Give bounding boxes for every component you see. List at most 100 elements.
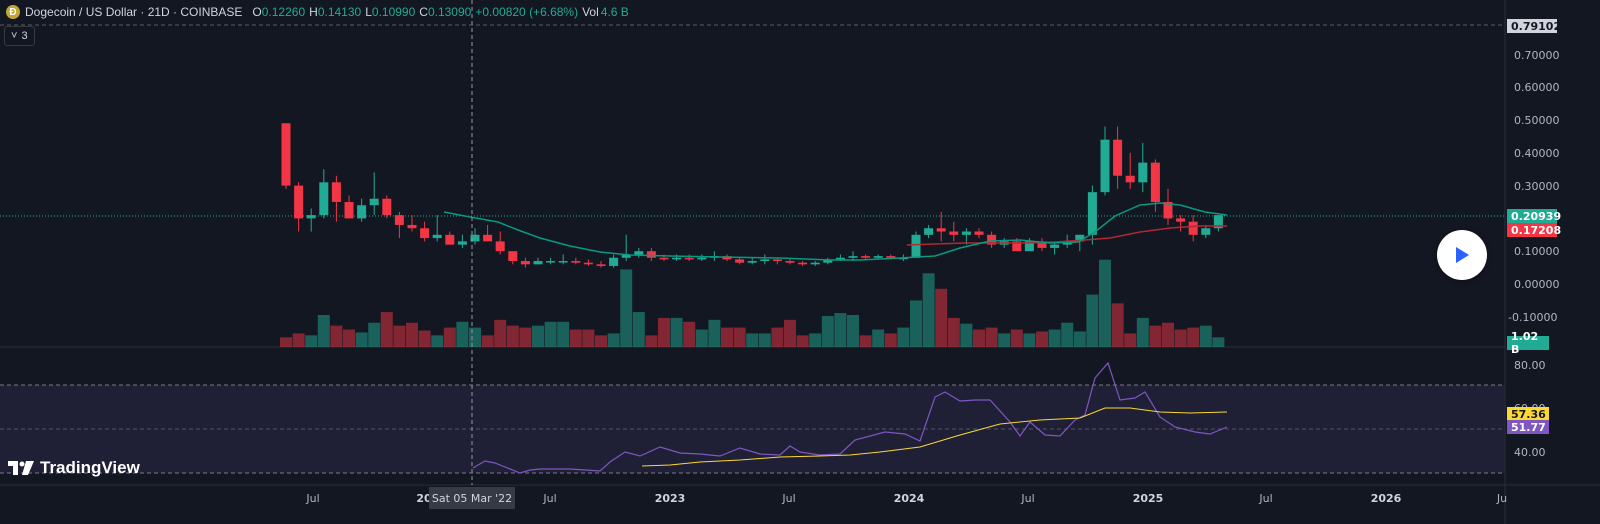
volume-bar (494, 319, 507, 347)
candle-body (1113, 139, 1123, 176)
candle-body (457, 241, 467, 245)
candle-body (294, 185, 304, 219)
replay-play-button[interactable] (1437, 230, 1487, 280)
price-tick: 0.00000 (1514, 278, 1560, 291)
candle-body (924, 228, 934, 235)
volume-bar (330, 325, 343, 347)
volume-bar (481, 335, 494, 347)
ma-value-tag: 0.17208 (1507, 223, 1561, 237)
volume-bar (998, 333, 1011, 347)
dogecoin-icon: Ð (6, 5, 20, 19)
candle-body (558, 261, 568, 263)
volume-value: 4.6 B (600, 5, 629, 19)
volume-bar (884, 333, 897, 347)
volume-bar (784, 319, 796, 347)
volume-bars (280, 259, 1225, 347)
price-chart[interactable] (0, 0, 1600, 524)
candle-body (936, 228, 946, 232)
play-icon (1456, 247, 1469, 263)
volume-bar (973, 329, 985, 347)
volume-bar (910, 300, 922, 347)
close-value: 0.13090 (427, 5, 472, 19)
time-label: 2023 (654, 492, 686, 505)
low-key: L (365, 5, 372, 19)
candle-body (810, 262, 820, 265)
volume-bar (380, 312, 393, 347)
volume-bar (355, 332, 368, 347)
volume-bar (758, 333, 771, 347)
volume-bar (1149, 325, 1162, 347)
candle-body (873, 256, 883, 258)
volume-bar (582, 329, 595, 347)
volume-bar (897, 327, 910, 347)
candle-body (357, 205, 367, 219)
price-tick: 0.40000 (1514, 147, 1560, 160)
volume-bar (317, 314, 330, 347)
volume-bar (607, 333, 620, 347)
candle-body (735, 259, 745, 263)
symbol-legend[interactable]: Ð Dogecoin / US Dollar · 21D · COINBASE … (6, 4, 629, 20)
volume-bar (733, 327, 746, 347)
candle-body (760, 259, 770, 262)
time-label: Jul (1021, 492, 1035, 505)
candle-body (495, 241, 505, 252)
volume-bar (658, 317, 670, 347)
candles (281, 123, 1223, 268)
volume-bar (305, 335, 318, 347)
candle-body (1138, 162, 1148, 183)
time-label: Jul (782, 492, 796, 505)
volume-bar (670, 317, 683, 347)
candle-body (886, 256, 896, 258)
candle-body (331, 182, 341, 202)
volume-bar (1124, 333, 1137, 347)
volume-bar (368, 322, 381, 347)
last-price-tag: 0.20939 (1507, 209, 1561, 223)
candle-body (483, 234, 493, 242)
candle-body (835, 257, 845, 260)
candle-body (1125, 175, 1135, 183)
top-value-tag: 0.79102 (1507, 19, 1561, 33)
volume-bar (1023, 333, 1036, 347)
tradingview-logo-icon (8, 461, 34, 475)
candle-body (785, 261, 795, 263)
price-tick: 0.70000 (1514, 49, 1560, 62)
close-key: C (419, 5, 428, 19)
volume-bar (1111, 303, 1124, 347)
candle-body (798, 262, 808, 265)
volume-bar (431, 335, 444, 347)
candle-body (1087, 192, 1097, 235)
volume-bar (632, 312, 645, 347)
open-key: O (252, 5, 262, 19)
volume-bar (519, 327, 532, 347)
ma-green-line (443, 202, 1228, 261)
volume-bar (595, 335, 607, 347)
candle-body (394, 215, 404, 225)
tradingview-logo[interactable]: TradingView (8, 458, 140, 478)
candle-body (432, 234, 442, 239)
symbol-title[interactable]: Dogecoin / US Dollar · 21D · COINBASE (25, 5, 242, 19)
candle-body (344, 202, 354, 219)
volume-key: Vol (582, 5, 599, 19)
time-label: 2024 (893, 492, 925, 505)
indicators-toggle-button[interactable]: ˅ 3 (4, 26, 35, 46)
volume-bar (1073, 331, 1086, 347)
volume-bar (708, 319, 721, 347)
price-tick: 0.60000 (1514, 81, 1560, 94)
candle-body (747, 261, 757, 263)
candle-body (369, 198, 379, 206)
tradingview-wordmark: TradingView (40, 458, 140, 477)
volume-tag: 1.02 B (1507, 330, 1549, 356)
time-label: Ju (1496, 492, 1508, 505)
volume-bar (1086, 294, 1099, 347)
candle-body (306, 215, 316, 219)
volume-bar (645, 335, 658, 347)
volume-bar (1061, 322, 1074, 347)
time-label: Jul (1259, 492, 1273, 505)
volume-bar (947, 317, 960, 347)
volume-bar (1010, 329, 1023, 347)
volume-bar (1048, 329, 1061, 347)
time-label: Jul (543, 492, 557, 505)
volume-bar (406, 322, 418, 347)
candle-body (861, 256, 871, 258)
candle-body (1201, 228, 1211, 235)
